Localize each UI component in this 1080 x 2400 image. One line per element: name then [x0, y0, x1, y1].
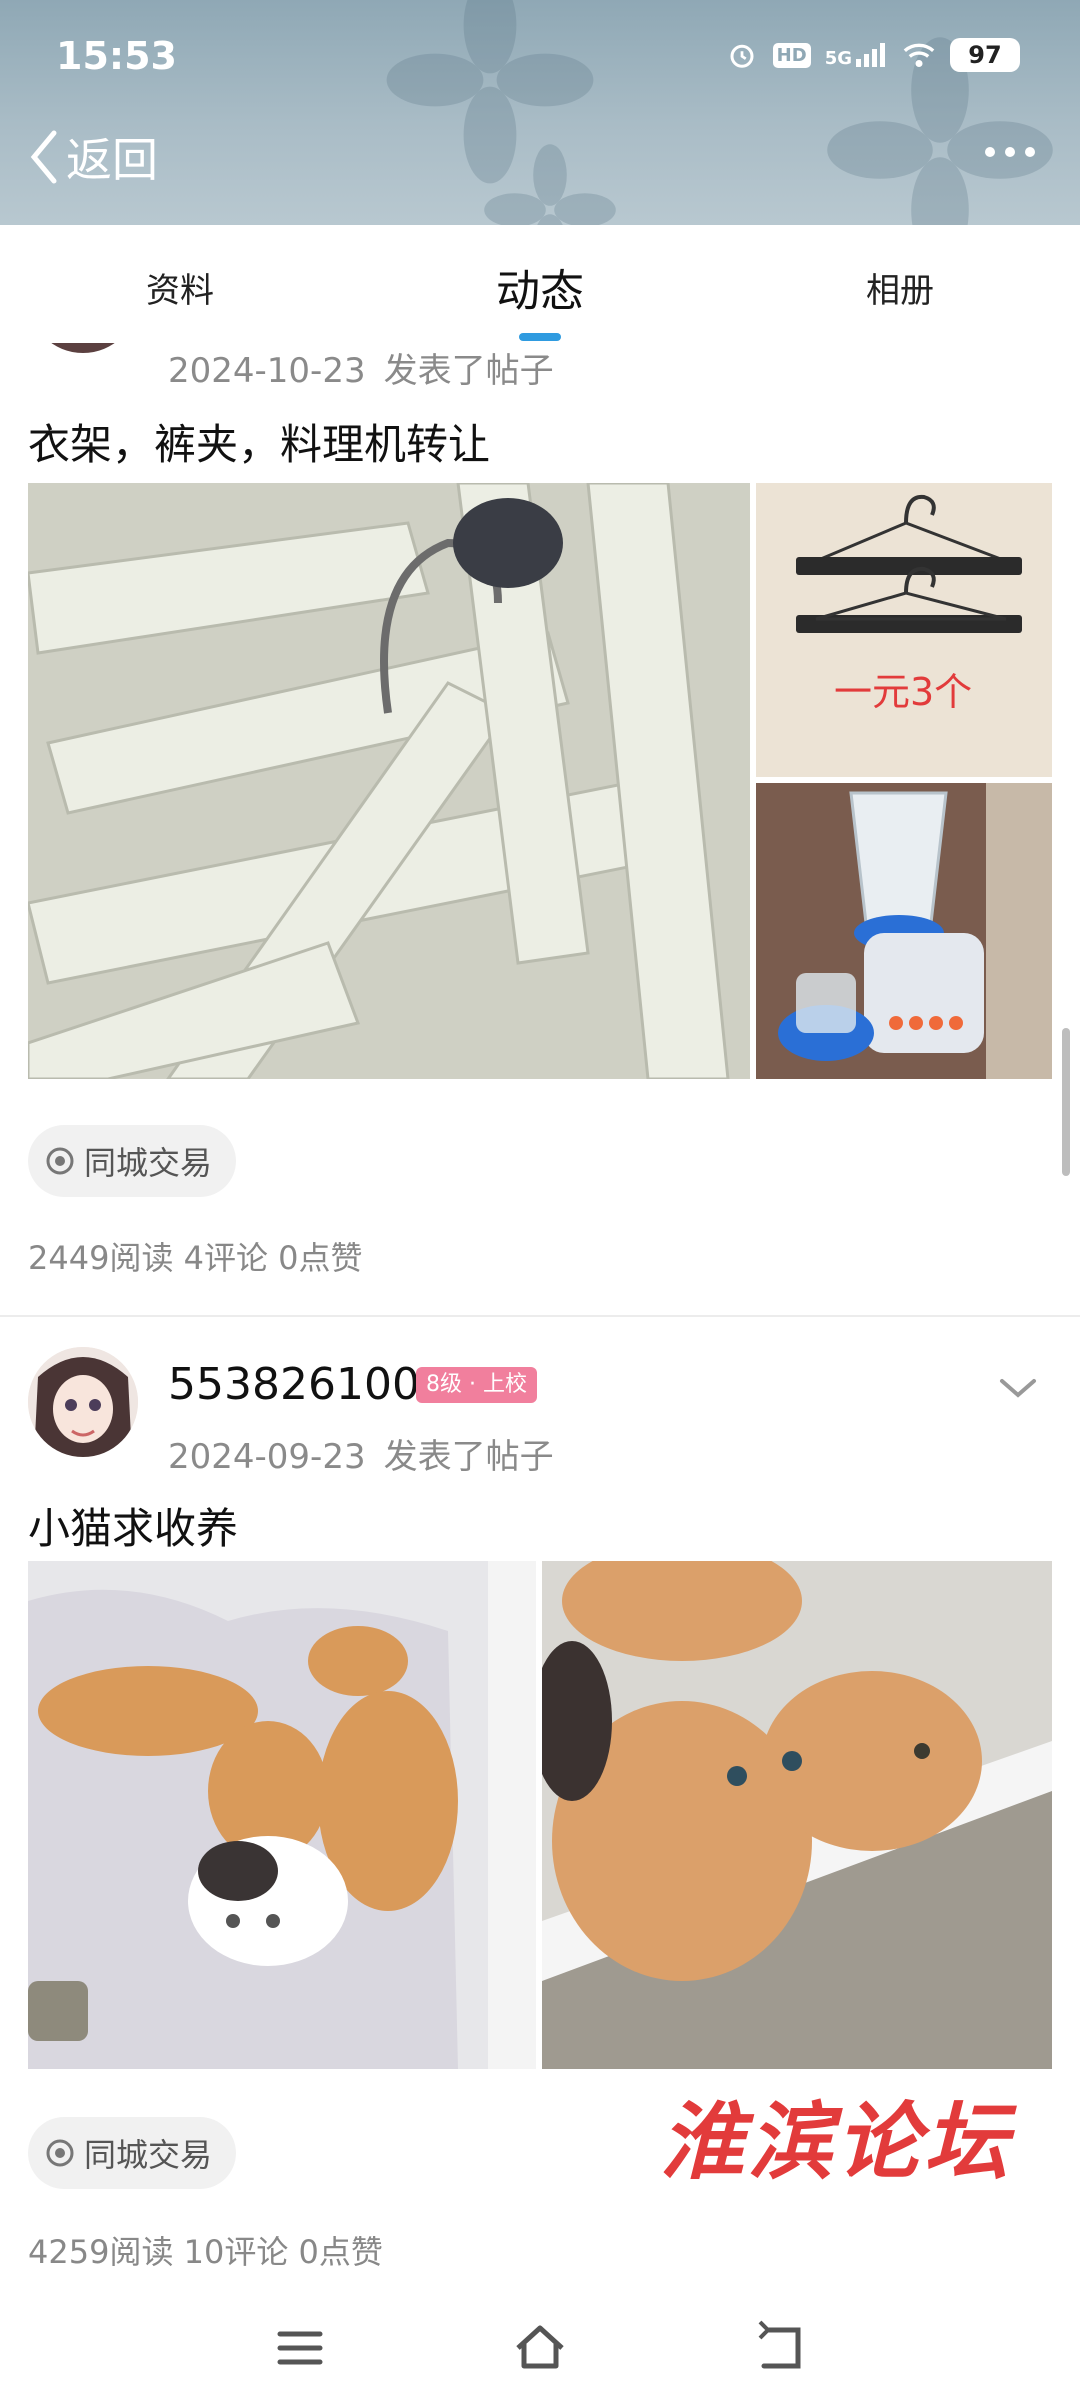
post-date: 2024-09-23: [168, 1437, 366, 1477]
home-icon[interactable]: [510, 2320, 570, 2376]
back-label: 返回: [66, 133, 158, 187]
profile-header: 15:53 HD 5G 97 返回: [0, 0, 1080, 225]
post-image[interactable]: [542, 1561, 1052, 2069]
post-date: 2024-10-23: [168, 351, 366, 391]
chevron-down-icon[interactable]: [996, 1373, 1040, 1403]
activity-feed[interactable]: 2024-10-23 发表了帖子 衣架，裤夹，料理机转让 一元3个 同城交易 2…: [0, 343, 1080, 2300]
category-tag[interactable]: 同城交易: [28, 2117, 237, 2189]
level-badge: 8级 · 上校: [416, 1367, 537, 1403]
forum-watermark: 淮滨论坛: [660, 2092, 1013, 2191]
post-image[interactable]: [28, 483, 750, 1079]
post-action: 发表了帖子: [383, 1437, 554, 1477]
status-icons: HD 5G 97: [725, 38, 1020, 72]
status-time: 15:53: [56, 34, 177, 78]
image-caption: 一元3个: [834, 670, 973, 714]
menu-icon[interactable]: [270, 2320, 330, 2376]
nav-bar: 返回: [0, 118, 1080, 198]
category-tag[interactable]: 同城交易: [28, 1125, 237, 1197]
wifi-icon: [903, 43, 935, 68]
profile-tabs: 资料 动态 相册: [0, 225, 1080, 343]
chevron-left-icon: [30, 130, 57, 184]
post-meta: 2024-10-23 发表了帖子: [168, 343, 554, 392]
alarm-icon: [730, 44, 754, 68]
target-icon: [46, 1147, 74, 1175]
post-action: 发表了帖子: [383, 351, 554, 391]
post-image[interactable]: [756, 783, 1052, 1079]
post-image[interactable]: [28, 1561, 536, 2069]
tab-active-indicator: [519, 333, 561, 341]
back-icon[interactable]: [750, 2320, 810, 2376]
avatar[interactable]: [28, 343, 138, 353]
post-image[interactable]: 一元3个: [756, 483, 1052, 777]
username[interactable]: 553826100: [168, 1359, 420, 1410]
back-button[interactable]: 返回: [28, 124, 158, 190]
post-stats: 4259阅读 10评论 0点赞: [28, 2233, 383, 2271]
system-navigation-bar: [0, 2300, 1080, 2400]
tab-activity[interactable]: 动态: [360, 225, 720, 343]
signal-icon: [856, 43, 885, 67]
tab-profile-info[interactable]: 资料: [0, 225, 360, 343]
post-item[interactable]: 2024-10-23 发表了帖子 衣架，裤夹，料理机转让 一元3个 同城交易 2…: [0, 343, 1080, 1318]
tab-album[interactable]: 相册: [720, 225, 1080, 343]
avatar[interactable]: [28, 1347, 138, 1457]
more-options-icon[interactable]: [980, 132, 1040, 172]
scrollbar[interactable]: [1062, 1028, 1070, 1176]
battery-indicator: 97: [950, 38, 1020, 72]
hd-icon: HD: [772, 42, 811, 68]
status-bar: 15:53 HD 5G 97: [0, 0, 1080, 110]
network-label: 5G: [825, 41, 888, 69]
post-stats: 2449阅读 4评论 0点赞: [28, 1239, 363, 1277]
post-title: 小猫求收养: [28, 1504, 239, 1553]
post-title: 衣架，裤夹，料理机转让: [28, 420, 491, 469]
target-icon: [46, 2139, 74, 2167]
post-meta: 2024-09-23 发表了帖子: [168, 1429, 554, 1478]
